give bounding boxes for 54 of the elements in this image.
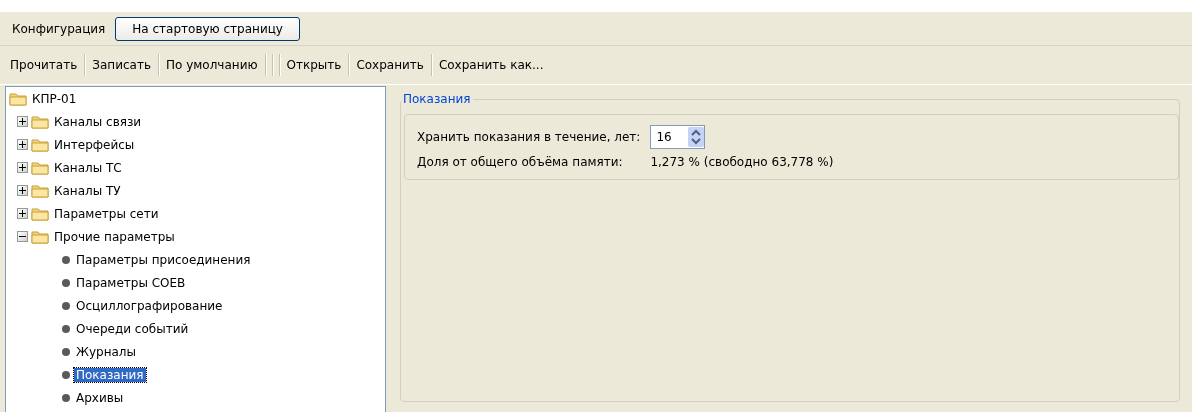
tree-item[interactable]: Журналы: [74, 344, 138, 359]
expand-button[interactable]: [17, 139, 28, 150]
bullet-icon: [61, 300, 71, 311]
tree-item[interactable]: Каналы ТУ: [52, 183, 123, 198]
tree-item[interactable]: Параметры сети: [52, 206, 161, 221]
tree-item[interactable]: Параметры присоединения: [74, 252, 253, 267]
plus-icon: [19, 164, 26, 171]
plus-icon: [19, 141, 26, 148]
tree-item[interactable]: Каналы ТС: [52, 160, 124, 175]
field-value: 1,273 % (свободно 63,778 %): [650, 155, 834, 169]
home-button[interactable]: На стартовую страницу: [115, 16, 300, 41]
tree-item[interactable]: Осциллографирование: [74, 298, 225, 313]
group-title: Показания: [402, 92, 472, 106]
section-title: Конфигурация: [12, 21, 106, 36]
toolbar-button[interactable]: Открыть: [282, 53, 346, 77]
plus-icon: [19, 210, 26, 217]
folder-icon: [31, 183, 49, 198]
expand-button[interactable]: [17, 185, 28, 196]
folder-icon: [9, 91, 27, 106]
expand-button[interactable]: [17, 116, 28, 127]
tree-item[interactable]: Интерфейсы: [52, 137, 137, 152]
toolbar-button[interactable]: Записать: [88, 53, 155, 77]
tree-item[interactable]: Показания: [74, 367, 146, 382]
plus-icon: [19, 187, 26, 194]
toolbar-button[interactable]: Сохранить как...: [434, 53, 548, 77]
toolbar-button[interactable]: Прочитать: [6, 53, 82, 77]
folder-icon: [31, 160, 49, 175]
expand-button[interactable]: [17, 162, 28, 173]
bullet-icon: [61, 369, 71, 380]
folder-icon: [31, 229, 49, 244]
spin-field[interactable]: 16: [650, 125, 706, 149]
tree-item[interactable]: Каналы связи: [52, 114, 144, 129]
field-label: Хранить показания в течение, лет:: [417, 130, 641, 144]
folder-icon: [31, 114, 49, 129]
tree-item[interactable]: Архивы: [74, 390, 126, 405]
bullet-icon: [61, 254, 71, 265]
toolbar-button[interactable]: По умолчанию: [162, 53, 262, 77]
collapse-button[interactable]: [17, 231, 28, 242]
bullet-icon: [61, 392, 71, 403]
tree-item[interactable]: КПР-01: [30, 91, 79, 106]
expand-button[interactable]: [17, 208, 28, 219]
folder-icon: [31, 206, 49, 221]
field-label: Доля от общего объёма памяти:: [417, 155, 624, 169]
plus-icon: [19, 118, 26, 125]
tree-item[interactable]: Очереди событий: [74, 321, 191, 336]
minus-icon: [19, 233, 26, 240]
spinner-arrows-icon[interactable]: [688, 127, 705, 147]
tree-item[interactable]: Параметры СОЕВ: [74, 275, 188, 290]
toolbar-button[interactable]: Сохранить: [352, 53, 428, 77]
bullet-icon: [61, 346, 71, 357]
tree-item[interactable]: Прочие параметры: [52, 229, 177, 244]
bullet-icon: [61, 323, 71, 334]
folder-icon: [31, 137, 49, 152]
bullet-icon: [61, 277, 71, 288]
